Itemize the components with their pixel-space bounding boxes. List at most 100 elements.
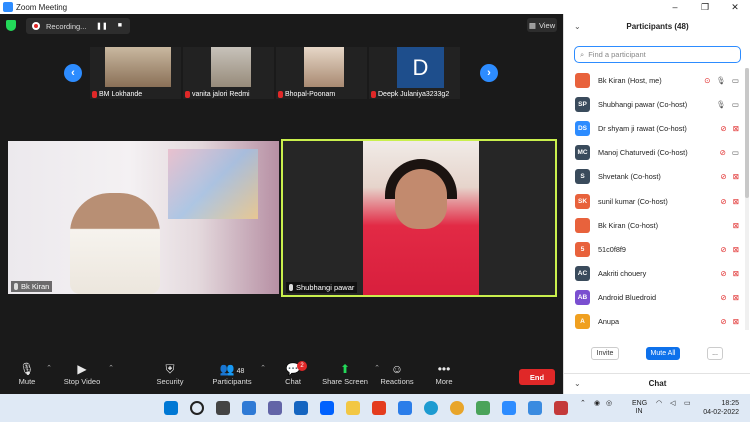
video-camera-icon: ▶ xyxy=(77,362,87,376)
mail-icon[interactable] xyxy=(294,401,308,415)
file-explorer-icon[interactable] xyxy=(346,401,360,415)
thumbnail-strip: BM Lokhande vanita jalori Redmi Bhopal-P… xyxy=(90,47,460,99)
mic-icon xyxy=(289,284,293,291)
mute-button[interactable]: 🎙 Mute ⌃ xyxy=(14,361,52,386)
participant-row[interactable]: SP Shubhangi pawar (Co-host) 🎙 ▭ xyxy=(564,92,744,116)
grid-icon: ▦ xyxy=(528,20,536,30)
close-button[interactable]: ✕ xyxy=(720,0,750,14)
microphone-muted-icon[interactable]: ⊘ xyxy=(720,172,726,181)
chrome-icon[interactable] xyxy=(450,401,464,415)
audible-icon[interactable] xyxy=(398,401,412,415)
video-off-icon[interactable]: ⊠ xyxy=(733,197,739,206)
share-screen-button[interactable]: ⬆ Share Screen ⌃ xyxy=(322,361,380,386)
tray-app-icon[interactable]: ◉ xyxy=(594,400,600,408)
search-icon[interactable] xyxy=(190,401,204,415)
office-icon[interactable] xyxy=(372,401,386,415)
participant-row[interactable]: MC Manoj Chaturvedi (Co-host) ⊘ ▭ xyxy=(564,141,744,165)
microphone-muted-icon[interactable]: ⊘ xyxy=(720,245,726,254)
video-tile-left[interactable]: Bk Kiran xyxy=(8,141,279,294)
video-tile-active-speaker[interactable]: Shubhangi pawar xyxy=(281,139,557,297)
minimize-button[interactable]: – xyxy=(660,0,690,14)
participant-search[interactable]: ⌕ Find a participant xyxy=(574,46,741,63)
participants-button[interactable]: 👥 48 Participants ⌃ xyxy=(210,361,266,386)
participant-name: Bk Kiran (Host, me) xyxy=(598,75,662,85)
windows-start-icon[interactable] xyxy=(164,401,178,415)
microphone-muted-icon[interactable]: ⊘ xyxy=(720,269,726,278)
video-camera-icon[interactable]: ▭ xyxy=(732,76,739,85)
dropbox-icon[interactable] xyxy=(320,401,334,415)
tray-notify-icon[interactable]: ◎ xyxy=(606,400,612,408)
microphone-muted-icon[interactable]: ⊘ xyxy=(720,124,726,133)
participant-row[interactable]: 5 51c0f8f9 ⊘ ⊠ xyxy=(564,237,744,261)
microphone-muted-icon[interactable]: ⊘ xyxy=(720,148,726,157)
participant-row[interactable]: DS Dr shyam ji rawat (Co-host) ⊘ ⊠ xyxy=(564,116,744,140)
participant-row[interactable]: S Shvetank (Co-host) ⊘ ⊠ xyxy=(564,165,744,189)
stop-video-button[interactable]: ▶ Stop Video ⌃ xyxy=(62,361,114,386)
microphone-muted-icon[interactable]: ⊘ xyxy=(720,197,726,206)
more-button[interactable]: ••• More xyxy=(432,361,456,386)
video-options-caret[interactable]: ⌃ xyxy=(108,364,114,372)
zoom-icon[interactable] xyxy=(502,401,516,415)
security-button[interactable]: ⛨ Security xyxy=(154,361,186,386)
system-clock[interactable]: 18:25 04-02-2022 xyxy=(697,399,739,417)
search-input[interactable]: Find a participant xyxy=(588,50,646,59)
video-off-icon[interactable]: ⊠ xyxy=(733,293,739,302)
video-off-icon[interactable]: ⊠ xyxy=(733,221,739,230)
microphone-icon[interactable]: 🎙 xyxy=(716,76,726,85)
video-off-icon[interactable]: ⊠ xyxy=(733,172,739,181)
widgets-icon[interactable] xyxy=(242,401,256,415)
end-meeting-button[interactable]: End xyxy=(519,369,555,385)
participant-row[interactable]: A Anupa ⊘ ⊠ xyxy=(564,310,744,334)
participant-thumbnail[interactable]: D Deepk Julaniya3233g2 xyxy=(369,47,460,99)
edge-icon[interactable] xyxy=(424,401,438,415)
video-off-icon[interactable]: ⊠ xyxy=(733,124,739,133)
participant-row[interactable]: Bk Kiran (Co-host) ⊠ xyxy=(564,213,744,237)
participant-row[interactable]: AC Aakriti chouery ⊘ ⊠ xyxy=(564,262,744,286)
participant-list-scrollbar[interactable] xyxy=(745,68,749,330)
thumbnail-name: Bhopal-Poonam xyxy=(285,91,336,98)
video-camera-icon[interactable]: ▭ xyxy=(732,100,739,109)
participant-avatar: 5 xyxy=(575,241,590,257)
participant-row[interactable]: SK sunil kumar (Co-host) ⊘ ⊠ xyxy=(564,189,744,213)
mcafee-icon[interactable] xyxy=(554,401,568,415)
microphone-muted-icon[interactable]: ⊘ xyxy=(720,317,726,326)
task-view-icon[interactable] xyxy=(216,401,230,415)
volume-icon[interactable]: ◁ xyxy=(670,400,675,408)
participant-thumbnail[interactable]: BM Lokhande xyxy=(90,47,181,99)
participant-row[interactable]: AB Android Bluedroid ⊘ ⊠ xyxy=(564,286,744,310)
recording-icon: ⊙ xyxy=(704,75,711,85)
participants-options-caret[interactable]: ⌃ xyxy=(260,364,266,372)
reactions-button[interactable]: ☺ Reactions xyxy=(380,361,414,386)
video-camera-icon[interactable]: ▭ xyxy=(732,148,739,157)
stop-recording-button[interactable]: ■ xyxy=(118,22,122,30)
photos-icon[interactable] xyxy=(476,401,490,415)
language-indicator[interactable]: ENG IN xyxy=(632,400,647,416)
participant-thumbnail[interactable]: vanita jalori Redmi xyxy=(183,47,274,99)
participant-name: Anupa xyxy=(598,317,620,327)
participant-row[interactable]: Bk Kiran (Host, me) ⊙ 🎙 ▭ xyxy=(564,68,744,92)
chat-section[interactable]: ⌄ Chat xyxy=(564,373,750,394)
record-icon xyxy=(32,22,40,30)
tray-chevron-icon[interactable]: ⌃ xyxy=(580,400,586,408)
microphone-icon[interactable]: 🎙 xyxy=(716,100,726,109)
battery-icon[interactable]: ▭ xyxy=(684,400,691,408)
wifi-icon[interactable]: ◠ xyxy=(656,400,662,408)
prev-page-button[interactable]: ‹ xyxy=(64,64,82,82)
pause-recording-button[interactable]: ❚❚ xyxy=(96,22,108,30)
teams-icon[interactable] xyxy=(268,401,282,415)
vpn-icon[interactable] xyxy=(528,401,542,415)
participant-status-icons: ⊘ ⊠ xyxy=(720,245,739,254)
mute-all-button[interactable]: Mute All xyxy=(646,347,680,360)
maximize-button[interactable]: ❐ xyxy=(690,0,720,14)
microphone-muted-icon[interactable]: ⊘ xyxy=(720,293,726,302)
video-off-icon[interactable]: ⊠ xyxy=(733,269,739,278)
view-button[interactable]: ▦ View xyxy=(527,18,557,32)
security-shield-icon[interactable] xyxy=(6,20,16,31)
mute-options-caret[interactable]: ⌃ xyxy=(46,364,52,372)
panel-more-button[interactable]: ... xyxy=(707,347,723,360)
next-page-button[interactable]: › xyxy=(480,64,498,82)
invite-button[interactable]: Invite xyxy=(591,347,619,360)
video-off-icon[interactable]: ⊠ xyxy=(733,317,739,326)
video-off-icon[interactable]: ⊠ xyxy=(733,245,739,254)
participant-thumbnail[interactable]: Bhopal-Poonam xyxy=(276,47,367,99)
